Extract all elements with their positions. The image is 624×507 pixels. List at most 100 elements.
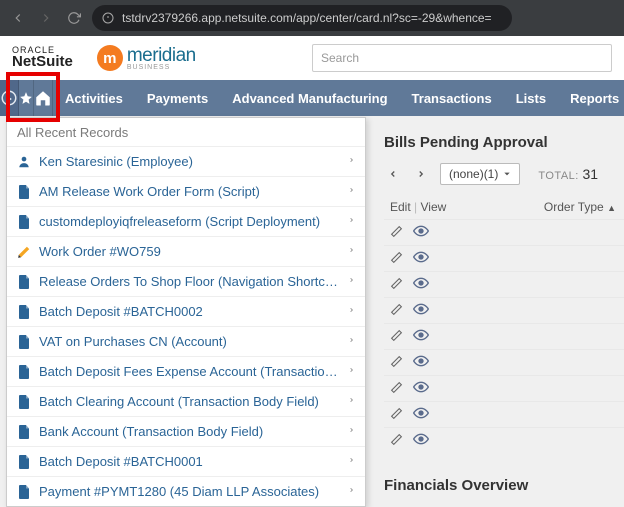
recent-item[interactable]: Bank Account (Transaction Body Field) — [7, 416, 365, 446]
recent-item-label: Batch Deposit #BATCH0002 — [39, 304, 340, 319]
recent-item[interactable]: Batch Deposit #BATCH0001 — [7, 446, 365, 476]
filter-select[interactable]: (none)(1) — [440, 163, 520, 185]
chevron-right-icon — [348, 305, 355, 318]
recent-item[interactable]: Work Order #WO759 — [7, 236, 365, 266]
doc-icon — [17, 275, 31, 289]
doc-icon — [17, 215, 31, 229]
chevron-right-icon — [348, 425, 355, 438]
star-icon[interactable] — [19, 80, 34, 116]
view-icon[interactable] — [413, 433, 429, 448]
recent-item-label: Batch Deposit Fees Expense Account (Tran… — [39, 364, 340, 379]
recent-item-label: Work Order #WO759 — [39, 244, 340, 259]
recent-records-title: All Recent Records — [7, 118, 365, 146]
edit-icon[interactable] — [390, 225, 403, 241]
nav-payments[interactable]: Payments — [135, 80, 220, 116]
prev-page-icon[interactable] — [384, 165, 402, 184]
recent-item[interactable]: customdeployiqfreleaseform (Script Deplo… — [7, 206, 365, 236]
view-icon[interactable] — [413, 251, 429, 266]
edit-icon[interactable] — [390, 277, 403, 293]
doc-icon — [17, 305, 31, 319]
recent-item-label: AM Release Work Order Form (Script) — [39, 184, 340, 199]
doc-icon — [17, 185, 31, 199]
recent-item-label: Batch Deposit #BATCH0001 — [39, 454, 340, 469]
recent-item[interactable]: Batch Deposit Fees Expense Account (Tran… — [7, 356, 365, 386]
recent-item[interactable]: Release Orders To Shop Floor (Navigation… — [7, 266, 365, 296]
recent-item[interactable]: Batch Deposit #BATCH0002 — [7, 296, 365, 326]
back-icon[interactable] — [8, 8, 28, 28]
edit-icon[interactable] — [390, 381, 403, 397]
view-icon[interactable] — [413, 381, 429, 396]
edit-icon[interactable] — [390, 355, 403, 371]
view-icon[interactable] — [413, 225, 429, 240]
person-icon — [17, 155, 31, 169]
total-value: 31 — [582, 166, 598, 182]
edit-icon[interactable] — [390, 303, 403, 319]
nav-advanced-manufacturing[interactable]: Advanced Manufacturing — [220, 80, 399, 116]
chevron-right-icon — [348, 245, 355, 258]
chevron-right-icon — [348, 395, 355, 408]
browser-chrome: tstdrv2379266.app.netsuite.com/app/cente… — [0, 0, 624, 36]
recent-item[interactable]: VAT on Purchases CN (Account) — [7, 326, 365, 356]
next-page-icon[interactable] — [412, 165, 430, 184]
reload-icon[interactable] — [64, 8, 84, 28]
view-icon[interactable] — [413, 407, 429, 422]
recent-item-label: Bank Account (Transaction Body Field) — [39, 424, 340, 439]
total-label: TOTAL: — [538, 170, 579, 182]
meridian-logo: m meridian BUSINESS — [97, 45, 196, 71]
recent-item-label: Payment #PYMT1280 (45 Diam LLP Associate… — [39, 484, 340, 499]
chevron-right-icon — [348, 155, 355, 168]
order-type-header[interactable]: Order Type ▲ — [466, 200, 620, 214]
page-header: ORACLE NetSuite m meridian BUSINESS Sear… — [0, 36, 624, 80]
recent-item[interactable]: Payment #PYMT1280 (45 Diam LLP Associate… — [7, 476, 365, 506]
view-icon[interactable] — [413, 277, 429, 292]
chevron-right-icon — [348, 215, 355, 228]
forward-icon[interactable] — [36, 8, 56, 28]
recent-records-icon[interactable] — [0, 80, 19, 116]
nav-transactions[interactable]: Transactions — [400, 80, 504, 116]
main-panel: Bills Pending Approval (none)(1) TOTAL: … — [366, 116, 624, 507]
doc-icon — [17, 455, 31, 469]
chevron-down-icon — [503, 170, 511, 178]
nav-lists[interactable]: Lists — [504, 80, 558, 116]
table-row — [384, 349, 624, 375]
doc-icon — [17, 335, 31, 349]
recent-item[interactable]: AM Release Work Order Form (Script) — [7, 176, 365, 206]
view-icon[interactable] — [413, 303, 429, 318]
nav-activities[interactable]: Activities — [53, 80, 135, 116]
doc-icon — [17, 395, 31, 409]
recent-item-label: customdeployiqfreleaseform (Script Deplo… — [39, 214, 340, 229]
table-row — [384, 271, 624, 297]
table-row — [384, 323, 624, 349]
table-header: Edit | View Order Type ▲ — [384, 195, 624, 219]
table-row — [384, 297, 624, 323]
sort-asc-icon: ▲ — [607, 203, 616, 213]
recent-records-menu: All Recent Records Ken Staresinic (Emplo… — [6, 117, 366, 507]
portlet-controls: (none)(1) TOTAL: 31 — [384, 163, 624, 185]
recent-item-label: Release Orders To Shop Floor (Navigation… — [39, 274, 340, 289]
edit-icon[interactable] — [390, 251, 403, 267]
edit-icon[interactable] — [390, 329, 403, 345]
site-info-icon — [102, 12, 114, 24]
nav-reports[interactable]: Reports — [558, 80, 624, 116]
chevron-right-icon — [348, 185, 355, 198]
view-icon[interactable] — [413, 329, 429, 344]
edit-icon[interactable] — [390, 407, 403, 423]
doc-icon — [17, 425, 31, 439]
view-icon[interactable] — [413, 355, 429, 370]
table-row — [384, 401, 624, 427]
home-icon[interactable] — [34, 80, 53, 116]
edit-icon[interactable] — [390, 433, 403, 449]
search-input[interactable]: Search — [312, 44, 612, 72]
url-bar[interactable]: tstdrv2379266.app.netsuite.com/app/cente… — [92, 5, 512, 31]
url-text: tstdrv2379266.app.netsuite.com/app/cente… — [122, 11, 492, 25]
table-row — [384, 375, 624, 401]
recent-item-label: Ken Staresinic (Employee) — [39, 154, 340, 169]
meridian-m-icon: m — [97, 45, 123, 71]
recent-item[interactable]: Ken Staresinic (Employee) — [7, 146, 365, 176]
chevron-right-icon — [348, 275, 355, 288]
portlet-title: Bills Pending Approval — [384, 134, 624, 151]
chevron-right-icon — [348, 455, 355, 468]
pencil-icon — [17, 245, 31, 259]
table-row — [384, 219, 624, 245]
recent-item[interactable]: Batch Clearing Account (Transaction Body… — [7, 386, 365, 416]
